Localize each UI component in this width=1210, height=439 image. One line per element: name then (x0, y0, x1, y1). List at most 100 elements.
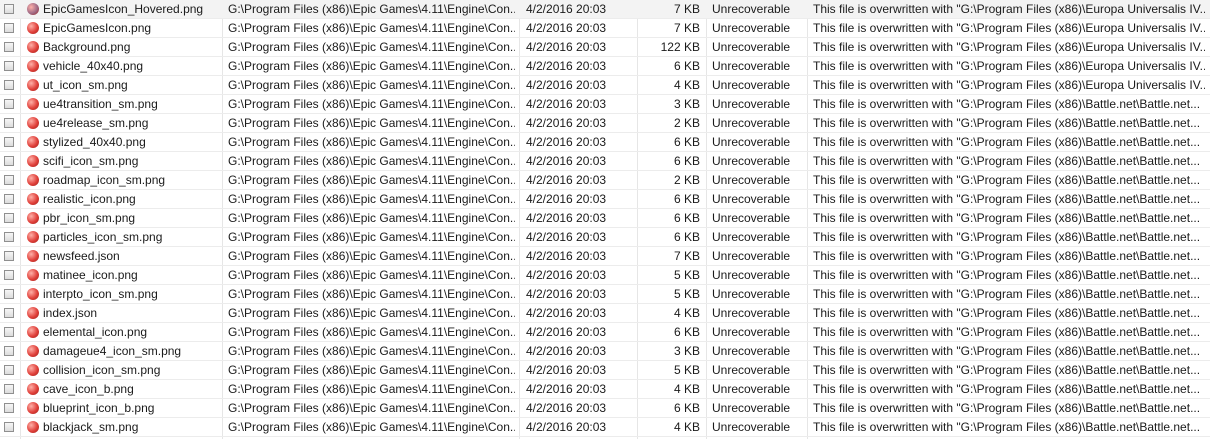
row-checkbox[interactable] (4, 42, 14, 52)
table-row[interactable]: EpicGamesIcon.png G:\Program Files (x86)… (0, 19, 1210, 38)
row-checkbox-cell[interactable] (0, 76, 20, 95)
row-checkbox-cell[interactable] (0, 95, 20, 114)
file-name-cell[interactable]: particles_icon_sm.png (24, 228, 220, 247)
row-checkbox-cell[interactable] (0, 247, 20, 266)
file-size: 4 KB (673, 382, 700, 396)
file-name-cell[interactable]: cave_icon_b.png (24, 380, 220, 399)
table-row[interactable]: roadmap_icon_sm.png G:\Program Files (x8… (0, 171, 1210, 190)
table-row[interactable]: matinee_icon.png G:\Program Files (x86)\… (0, 266, 1210, 285)
status-dot-icon (27, 22, 39, 34)
recovery-state: Unrecoverable (712, 59, 791, 73)
row-checkbox[interactable] (4, 365, 14, 375)
row-checkbox[interactable] (4, 175, 14, 185)
table-row[interactable]: damageue4_icon_sm.png G:\Program Files (… (0, 342, 1210, 361)
row-checkbox-cell[interactable] (0, 228, 20, 247)
status-dot-icon (27, 79, 39, 91)
table-row[interactable]: pbr_icon_sm.png G:\Program Files (x86)\E… (0, 209, 1210, 228)
table-row[interactable]: scifi_icon_sm.png G:\Program Files (x86)… (0, 152, 1210, 171)
row-checkbox[interactable] (4, 251, 14, 261)
file-name-cell[interactable]: blueprint_icon_b.png (24, 399, 220, 418)
row-checkbox-cell[interactable] (0, 57, 20, 76)
file-name-cell[interactable]: index.json (24, 304, 220, 323)
row-checkbox[interactable] (4, 118, 14, 128)
table-row[interactable]: ue4transition_sm.png G:\Program Files (x… (0, 95, 1210, 114)
row-checkbox[interactable] (4, 308, 14, 318)
table-row[interactable]: particles_icon_sm.png G:\Program Files (… (0, 228, 1210, 247)
file-modified-date: 4/2/2016 20:03 (526, 78, 607, 92)
table-row[interactable]: Background.png G:\Program Files (x86)\Ep… (0, 38, 1210, 57)
file-name-cell[interactable]: newsfeed.json (24, 247, 220, 266)
table-row[interactable]: blueprint_icon_b.png G:\Program Files (x… (0, 399, 1210, 418)
row-checkbox[interactable] (4, 23, 14, 33)
row-checkbox[interactable] (4, 289, 14, 299)
row-checkbox-cell[interactable] (0, 323, 20, 342)
row-checkbox-cell[interactable] (0, 0, 20, 19)
row-checkbox[interactable] (4, 213, 14, 223)
row-checkbox[interactable] (4, 61, 14, 71)
row-checkbox-cell[interactable] (0, 266, 20, 285)
row-checkbox[interactable] (4, 137, 14, 147)
file-name-cell[interactable]: EpicGamesIcon.png (24, 19, 220, 38)
row-checkbox[interactable] (4, 99, 14, 109)
row-checkbox-cell[interactable] (0, 171, 20, 190)
row-checkbox-cell[interactable] (0, 133, 20, 152)
row-checkbox[interactable] (4, 422, 14, 432)
file-name-cell[interactable]: collision_icon_sm.png (24, 361, 220, 380)
row-checkbox-cell[interactable] (0, 19, 20, 38)
table-row[interactable]: newsfeed.json G:\Program Files (x86)\Epi… (0, 247, 1210, 266)
row-checkbox-cell[interactable] (0, 114, 20, 133)
table-row[interactable]: ue4release_sm.png G:\Program Files (x86)… (0, 114, 1210, 133)
row-checkbox[interactable] (4, 80, 14, 90)
row-checkbox-cell[interactable] (0, 361, 20, 380)
row-checkbox[interactable] (4, 327, 14, 337)
file-name-cell[interactable]: interpto_icon_sm.png (24, 285, 220, 304)
file-name-cell[interactable]: EpicGamesIcon_Hovered.png (24, 0, 220, 19)
table-row[interactable]: stylized_40x40.png G:\Program Files (x86… (0, 133, 1210, 152)
file-name-cell[interactable]: scifi_icon_sm.png (24, 152, 220, 171)
row-checkbox[interactable] (4, 194, 14, 204)
file-name-cell[interactable]: ut_icon_sm.png (24, 76, 220, 95)
table-row[interactable]: ut_icon_sm.png G:\Program Files (x86)\Ep… (0, 76, 1210, 95)
file-name-cell[interactable]: Background.png (24, 38, 220, 57)
row-checkbox[interactable] (4, 403, 14, 413)
row-checkbox-cell[interactable] (0, 342, 20, 361)
row-checkbox-cell[interactable] (0, 190, 20, 209)
recovery-comment: This file is overwritten with "G:\Progra… (813, 230, 1201, 244)
row-checkbox[interactable] (4, 346, 14, 356)
file-name-cell[interactable]: damageue4_icon_sm.png (24, 342, 220, 361)
row-checkbox-cell[interactable] (0, 418, 20, 437)
row-checkbox-cell[interactable] (0, 38, 20, 57)
row-checkbox[interactable] (4, 270, 14, 280)
file-name-cell[interactable]: matinee_icon.png (24, 266, 220, 285)
row-checkbox[interactable] (4, 232, 14, 242)
table-row[interactable]: cave_icon_b.png G:\Program Files (x86)\E… (0, 380, 1210, 399)
file-name-cell[interactable]: ue4release_sm.png (24, 114, 220, 133)
table-row[interactable]: realistic_icon.png G:\Program Files (x86… (0, 190, 1210, 209)
table-row[interactable]: elemental_icon.png G:\Program Files (x86… (0, 323, 1210, 342)
table-row[interactable]: collision_icon_sm.png G:\Program Files (… (0, 361, 1210, 380)
row-checkbox[interactable] (4, 156, 14, 166)
file-name-cell[interactable]: pbr_icon_sm.png (24, 209, 220, 228)
table-row[interactable]: blackjack_sm.png G:\Program Files (x86)\… (0, 418, 1210, 437)
row-checkbox[interactable] (4, 384, 14, 394)
table-row[interactable]: index.json G:\Program Files (x86)\Epic G… (0, 304, 1210, 323)
file-name-cell[interactable]: vehicle_40x40.png (24, 57, 220, 76)
file-name-cell[interactable]: blackjack_sm.png (24, 418, 220, 437)
file-name-cell[interactable]: ue4transition_sm.png (24, 95, 220, 114)
row-checkbox-cell[interactable] (0, 285, 20, 304)
file-size: 5 KB (673, 268, 700, 282)
table-row[interactable]: EpicGamesIcon_Hovered.png G:\Program Fil… (0, 0, 1210, 19)
row-checkbox-cell[interactable] (0, 399, 20, 418)
table-row[interactable]: interpto_icon_sm.png G:\Program Files (x… (0, 285, 1210, 304)
row-checkbox-cell[interactable] (0, 380, 20, 399)
row-checkbox-cell[interactable] (0, 304, 20, 323)
file-name-cell[interactable]: stylized_40x40.png (24, 133, 220, 152)
row-checkbox-cell[interactable] (0, 152, 20, 171)
row-checkbox[interactable] (4, 4, 14, 14)
table-row[interactable]: vehicle_40x40.png G:\Program Files (x86)… (0, 57, 1210, 76)
row-checkbox-cell[interactable] (0, 209, 20, 228)
file-name-cell[interactable]: elemental_icon.png (24, 323, 220, 342)
file-modified-date: 4/2/2016 20:03 (526, 135, 607, 149)
file-name-cell[interactable]: realistic_icon.png (24, 190, 220, 209)
file-name-cell[interactable]: roadmap_icon_sm.png (24, 171, 220, 190)
